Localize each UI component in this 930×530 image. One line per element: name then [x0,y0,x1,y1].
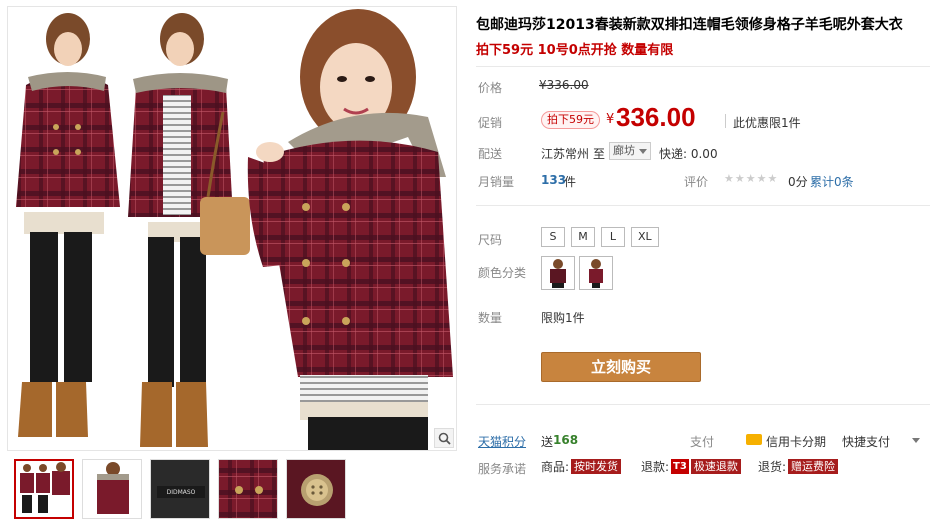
size-options: S M L XL [541,227,659,247]
ship-to-label: 至 [593,147,606,161]
service-refund-prefix: 退款: [641,460,670,474]
service-shipping: 商品: 按时发货 [541,458,622,475]
star-icon: ★ [724,172,734,185]
zoom-icon[interactable] [434,428,454,448]
divider [725,114,726,128]
promo-price: 336.00 [616,102,696,132]
divider [476,66,930,67]
rating-stars: ★ ★ ★ ★ ★ [724,173,777,185]
chevron-down-icon [639,149,647,154]
shipping-label: 配送 [478,147,503,161]
credit-installment-option[interactable]: 信用卡分期 [766,433,826,450]
monthly-sales-unit: 件 [564,175,577,189]
promo-badge: 拍下59元 [541,111,600,129]
size-label: 尺码 [478,233,503,247]
color-option-side[interactable] [579,256,613,290]
ship-from: 江苏常州 [541,147,590,161]
shipping-insurance-badge: 赠运费险 [788,459,839,474]
model-figure-3 [247,9,453,450]
color-option-front[interactable] [541,256,575,290]
sales-label: 月销量 [478,175,515,189]
currency-symbol: ¥ [606,112,615,127]
service-return-prefix: 退货: [758,460,787,474]
thumbnail-5[interactable] [286,459,346,519]
product-title: 包邮迪玛莎12013春装新款双排扣连帽毛领修身格子羊毛呢外套大衣 [476,17,903,33]
destination-value: 廊坊 [613,144,635,157]
star-icon: ★ [734,172,745,185]
tmall-points-link[interactable]: 天猫积分 [478,433,526,450]
thumbnail-3[interactable]: DIDMASO [150,459,210,519]
divider [476,404,930,405]
promo-limit-note: 此优惠限1件 [733,116,801,130]
brand-label-text: DIDMASO [167,489,196,496]
star-icon: ★ [756,172,767,185]
on-time-shipping-badge: 按时发货 [571,459,622,474]
payment-label: 支付 [690,435,715,449]
rating-score: 0分 [788,175,808,189]
t3-badge: T3 [671,459,689,474]
thumbnail-4[interactable] [218,459,278,519]
price-label: 价格 [478,81,503,95]
thumbnail-2[interactable] [82,459,142,519]
rating-label: 评价 [684,175,709,189]
buy-now-button[interactable]: 立刻购买 [541,352,701,382]
service-label: 服务承诺 [478,462,527,476]
fast-refund-badge: 极速退款 [690,459,741,474]
thumbnail-strip: DIDMASO [14,459,346,519]
original-price: ¥336.00 [539,78,589,92]
chevron-down-icon[interactable] [912,438,920,443]
service-return: 退货: 赠运费险 [758,458,839,475]
quantity-label: 数量 [478,311,503,325]
promo-label: 促销 [478,116,503,130]
model-photo [16,9,453,450]
thumbnail-1[interactable] [14,459,74,519]
size-option-s[interactable]: S [541,227,565,247]
product-subtitle: 拍下59元 10号0点开抢 数量有限 [476,43,674,58]
monthly-sales-count: 133 [541,173,567,187]
service-refund: 退款: T3 极速退款 [641,458,741,475]
model-figure-1 [16,13,120,437]
destination-select[interactable]: 廊坊 [609,142,651,160]
color-label: 颜色分类 [478,266,527,280]
points-prefix: 送 [541,435,554,449]
purchase-limit: 限购1件 [541,311,585,325]
size-option-xl[interactable]: XL [631,227,659,247]
size-option-l[interactable]: L [601,227,625,247]
color-options [541,256,613,290]
model-figure-2 [128,13,250,447]
divider [476,205,930,206]
service-shipping-prefix: 商品: [541,460,570,474]
review-count-link[interactable]: 累计0条 [810,173,854,190]
points-value: 168 [553,433,579,447]
credit-card-icon [746,434,762,445]
star-icon: ★ [745,172,756,185]
express-pay-option[interactable]: 快捷支付 [842,433,890,450]
size-option-m[interactable]: M [571,227,595,247]
express-fee: 快递: 0.00 [659,147,718,161]
main-product-image[interactable] [7,6,457,451]
star-icon: ★ [767,172,778,185]
